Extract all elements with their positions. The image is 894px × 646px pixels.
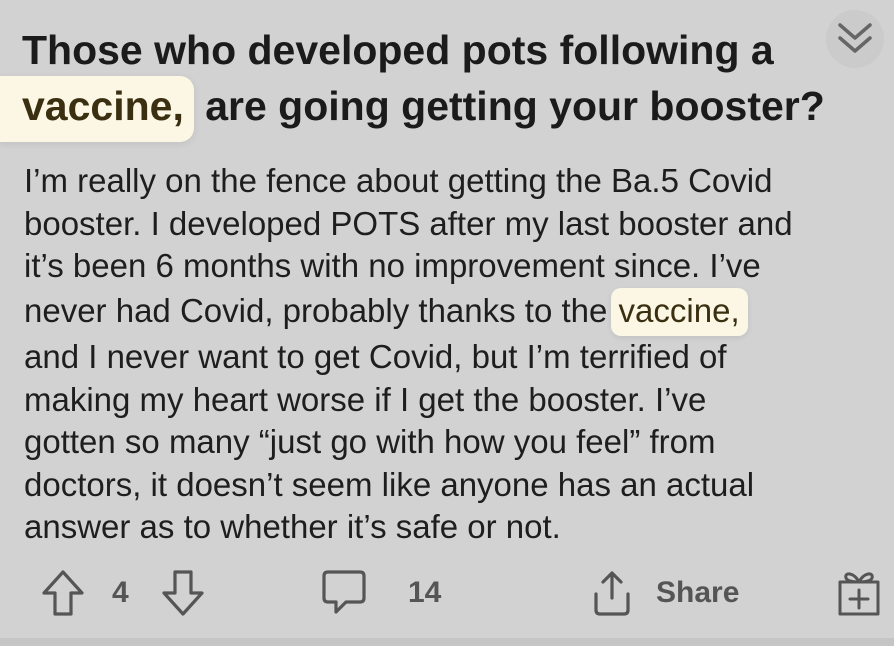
body-highlight: vaccine, (610, 287, 748, 336)
award-button[interactable] (836, 562, 882, 624)
body-line: it’s been 6 months with no improvement s… (24, 247, 761, 284)
bottom-divider (0, 638, 894, 646)
body-line: answer as to whether it’s safe or not. (24, 508, 561, 545)
comment-button[interactable] (320, 562, 368, 624)
arrow-up-icon (42, 570, 84, 616)
comment-count: 14 (408, 576, 442, 609)
body-line: booster. I developed POTS after my last … (24, 204, 793, 242)
comment-bubble-icon (322, 570, 366, 614)
body-line: doctors, it doesn’t seem like anyone has… (24, 465, 755, 503)
gift-icon (838, 572, 880, 616)
downvote-button[interactable] (160, 562, 206, 624)
arrow-down-icon (162, 570, 204, 616)
share-button[interactable]: Share (590, 562, 739, 624)
body-line: making my heart worse if I get the boost… (24, 380, 707, 418)
title-text-end: are going getting your booster? (193, 83, 825, 129)
vote-count: 4 (112, 576, 129, 609)
post-actions: 4 14 Share (0, 562, 894, 624)
title-highlight: vaccine, (0, 76, 194, 142)
title-text-start: Those who developed pots following a (22, 27, 774, 73)
body-line-text: never had Covid, probably thanks to the (24, 291, 617, 329)
upvote-button[interactable] (40, 562, 86, 624)
post-title: Those who developed pots following a vac… (0, 24, 878, 142)
share-label: Share (656, 576, 740, 609)
body-line: gotten so many “just go with how you fee… (24, 423, 716, 460)
body-line: and I never want to get Covid, but I’m t… (24, 338, 727, 375)
body-line-with-highlight: never had Covid, probably thanks to the … (24, 287, 884, 336)
body-line: I’m really on the fence about getting th… (24, 162, 773, 199)
post-body: I’m really on the fence about getting th… (24, 160, 884, 549)
share-icon (594, 571, 630, 616)
